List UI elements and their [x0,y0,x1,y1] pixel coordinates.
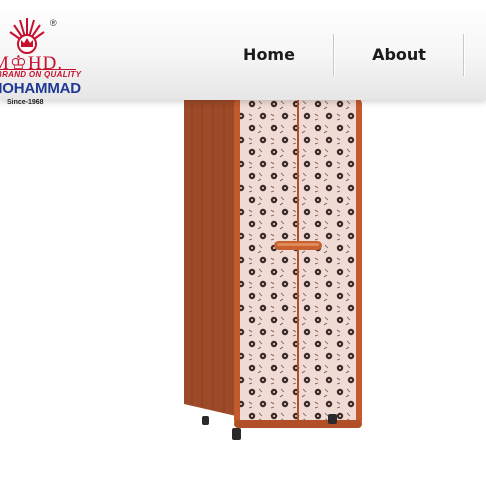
brand-name: MOHAMMAD [0,80,81,97]
crown-emblem-icon [9,18,45,54]
registered-mark: ® [50,18,57,28]
nav-about[interactable]: About [335,34,463,76]
nav-home[interactable]: Home [205,34,333,76]
nav-divider [463,34,465,76]
brand-since: Since-1968 [7,99,44,106]
brand-logo[interactable]: ® M♔HD. BRAND ON QUALITY MOHAMMAD Since-… [0,14,82,106]
logo-tagline: BRAND ON QUALITY [0,70,82,79]
site-header: ® M♔HD. BRAND ON QUALITY MOHAMMAD Since-… [0,0,486,106]
wardrobe-image [180,98,365,453]
